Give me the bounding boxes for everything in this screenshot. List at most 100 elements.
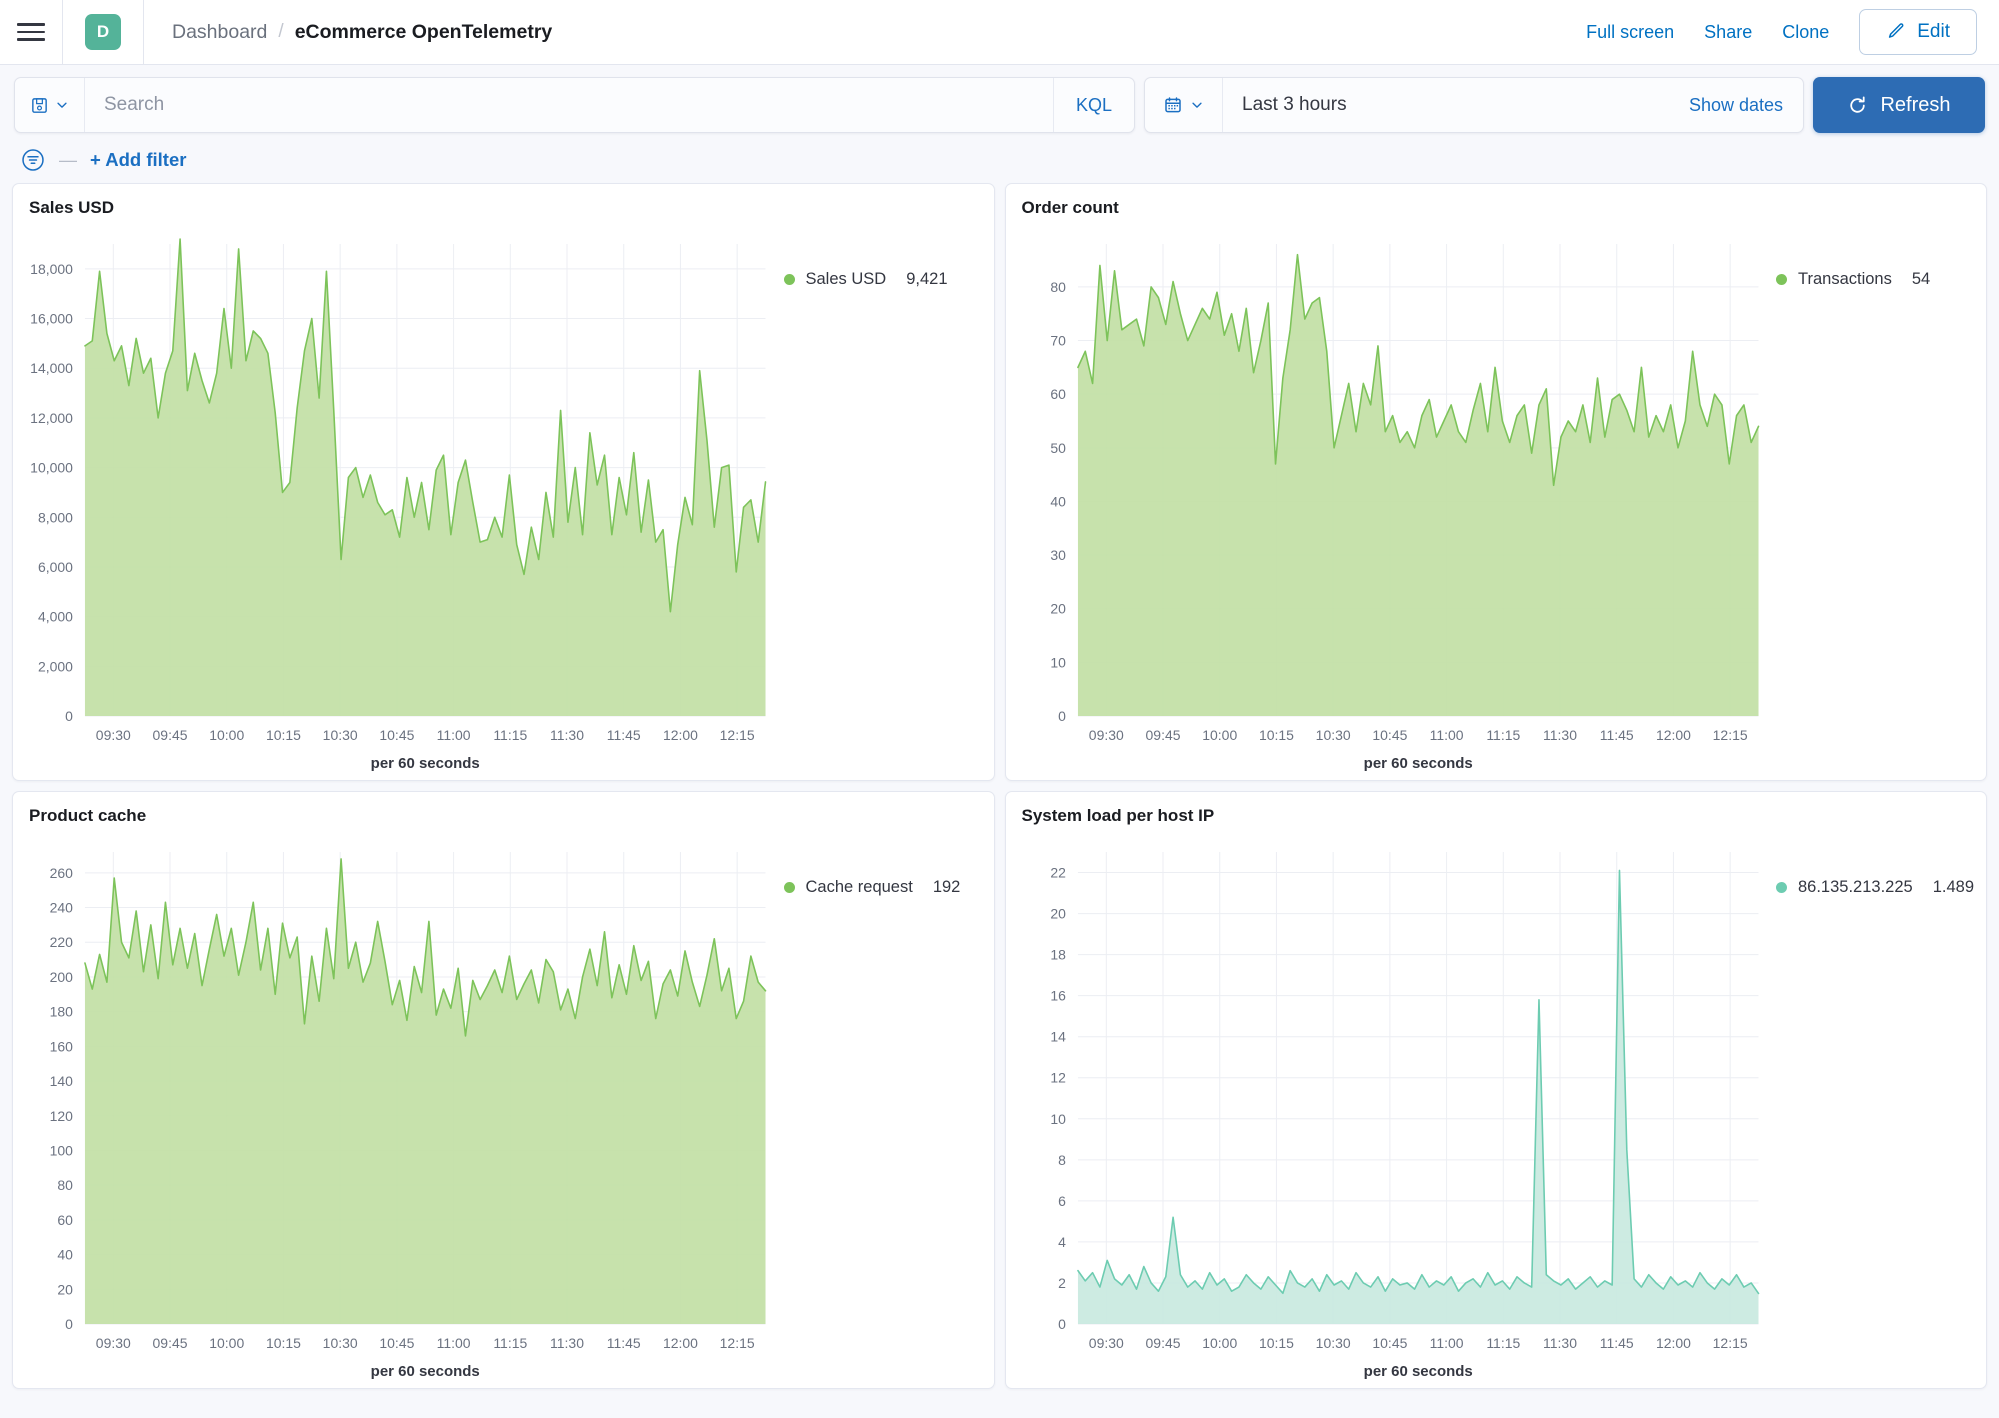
svg-text:16,000: 16,000 (30, 311, 73, 327)
legend-item[interactable]: Cache request 192 (783, 878, 961, 897)
svg-text:8,000: 8,000 (38, 509, 73, 525)
header-left-group: D Dashboard / eCommerce OpenTelemetry (0, 0, 553, 65)
chart-system-load[interactable]: 0 2 4 6 8 10 12 14 16 18 20 22 09:30 09:45 10:00 10:15 1… (1006, 826, 1777, 1388)
full-screen-button[interactable]: Full screen (1586, 22, 1674, 43)
legend-series-name: Sales USD (805, 270, 887, 288)
time-range-value[interactable]: Last 3 hours (1223, 78, 1669, 132)
svg-text:11:30: 11:30 (1543, 727, 1577, 743)
svg-text:6: 6 (1058, 1193, 1066, 1209)
svg-text:11:15: 11:15 (493, 1335, 527, 1351)
svg-text:10:00: 10:00 (209, 1335, 244, 1351)
query-bar: KQL Last 3 hours Show dates (0, 65, 1999, 133)
panel-title: Order count (1021, 198, 1119, 217)
svg-text:per 60 seconds: per 60 seconds (1363, 755, 1472, 772)
legend-item[interactable]: Transactions 54 (1776, 270, 1930, 289)
pencil-icon (1889, 23, 1904, 38)
svg-text:70: 70 (1050, 333, 1066, 349)
app-badge-wrapper[interactable]: D (63, 14, 143, 50)
breadcrumb-dashboard[interactable]: Dashboard (172, 21, 267, 44)
date-quick-select-button[interactable] (1145, 78, 1223, 132)
clone-button[interactable]: Clone (1782, 22, 1829, 43)
svg-text:11:45: 11:45 (1599, 727, 1633, 743)
chart-order-count[interactable]: 0 10 20 30 40 50 60 70 80 09:30 09:45 10:00 10:15 10:… (1006, 218, 1777, 780)
svg-text:12,000: 12,000 (30, 410, 73, 426)
svg-text:10:00: 10:00 (209, 727, 244, 743)
search-input[interactable] (85, 78, 1053, 132)
dashboard-grid: Sales USD 0 2,000 4,000 6,000 8,000 10,000 12,… (0, 183, 1999, 1401)
svg-text:40: 40 (57, 1247, 73, 1263)
panel-body: 0 20 40 60 80 100 120 140 160 180 200 220 240 260 09:3… (13, 826, 994, 1388)
svg-text:160: 160 (50, 1038, 74, 1054)
refresh-button[interactable]: Refresh (1813, 77, 1985, 133)
panel-body: 0 2 4 6 8 10 12 14 16 18 20 22 09:30 09:45 10:00 10:15 1… (1006, 826, 1987, 1388)
svg-text:10,000: 10,000 (30, 460, 73, 476)
svg-text:10:30: 10:30 (323, 1335, 358, 1351)
hamburger-menu-icon (17, 22, 45, 42)
edit-button[interactable]: Edit (1859, 9, 1977, 55)
svg-text:10:45: 10:45 (1372, 1335, 1407, 1351)
svg-text:09:45: 09:45 (153, 1335, 188, 1351)
svg-text:0: 0 (1058, 708, 1066, 724)
header-actions: Full screen Share Clone Edit (1586, 9, 1977, 55)
show-dates-button[interactable]: Show dates (1669, 78, 1803, 132)
filter-funnel-icon[interactable] (20, 147, 46, 173)
legend-item[interactable]: Sales USD 9,421 (783, 270, 948, 289)
svg-text:220: 220 (50, 934, 74, 950)
svg-text:180: 180 (50, 1004, 74, 1020)
svg-text:12:00: 12:00 (663, 1335, 698, 1351)
chart-product-cache[interactable]: 0 20 40 60 80 100 120 140 160 180 200 220 240 260 09:3… (13, 826, 784, 1388)
svg-text:50: 50 (1050, 440, 1066, 456)
refresh-icon (1850, 96, 1866, 113)
svg-text:10:45: 10:45 (379, 727, 414, 743)
legend-value: 192 (932, 878, 961, 896)
svg-text:12:00: 12:00 (1655, 1335, 1690, 1351)
svg-text:10:15: 10:15 (266, 727, 301, 743)
svg-text:10:30: 10:30 (1315, 727, 1350, 743)
svg-text:22: 22 (1050, 865, 1066, 881)
panel-title: System load per host IP (1021, 806, 1215, 825)
add-filter-button[interactable]: + Add filter (90, 149, 186, 171)
breadcrumb-separator: / (278, 21, 284, 42)
svg-text:09:45: 09:45 (153, 727, 188, 743)
svg-text:11:00: 11:00 (437, 727, 471, 743)
panel-product-cache: Product cache 0 20 40 60 80 100 120 140 160 180 20… (12, 791, 995, 1389)
svg-text:11:15: 11:15 (493, 727, 527, 743)
svg-text:11:00: 11:00 (1429, 1335, 1463, 1351)
edit-button-label: Edit (1917, 21, 1950, 42)
saved-query-button[interactable] (15, 78, 85, 132)
svg-text:10: 10 (1050, 654, 1066, 670)
svg-text:per 60 seconds: per 60 seconds (1363, 1363, 1472, 1380)
svg-text:6,000: 6,000 (38, 559, 73, 575)
svg-text:12: 12 (1050, 1070, 1066, 1086)
svg-text:11:00: 11:00 (1429, 727, 1463, 743)
svg-text:60: 60 (1050, 386, 1066, 402)
chart-legend: Transactions 54 (1776, 218, 1986, 780)
hamburger-menu-button[interactable] (0, 0, 62, 64)
chart-sales-usd[interactable]: 0 2,000 4,000 6,000 8,000 10,000 12,000 14,000 1… (13, 218, 784, 780)
svg-text:200: 200 (50, 969, 74, 985)
page-title: eCommerce OpenTelemetry (294, 20, 553, 43)
svg-text:20: 20 (1050, 601, 1066, 617)
query-language-button[interactable]: KQL (1052, 78, 1134, 132)
calendar-icon (1165, 97, 1181, 113)
svg-text:260: 260 (50, 865, 74, 881)
svg-text:09:30: 09:30 (1088, 1335, 1123, 1351)
share-button[interactable]: Share (1704, 22, 1752, 43)
svg-text:09:45: 09:45 (1145, 727, 1180, 743)
svg-text:120: 120 (50, 1108, 74, 1124)
legend-color-dot (1776, 274, 1787, 285)
svg-text:8: 8 (1058, 1152, 1066, 1168)
svg-text:2,000: 2,000 (38, 658, 73, 674)
svg-text:0: 0 (65, 708, 73, 724)
svg-text:10:15: 10:15 (1258, 727, 1293, 743)
svg-text:12:15: 12:15 (720, 1335, 755, 1351)
svg-text:16: 16 (1050, 988, 1066, 1004)
svg-text:20: 20 (1050, 906, 1066, 922)
legend-item[interactable]: 86.135.213.225 1.489 (1776, 878, 1974, 897)
svg-text:10:45: 10:45 (1372, 727, 1407, 743)
svg-text:100: 100 (50, 1142, 74, 1158)
svg-text:11:00: 11:00 (437, 1335, 471, 1351)
svg-text:11:15: 11:15 (1486, 1335, 1520, 1351)
svg-text:4,000: 4,000 (38, 609, 73, 625)
svg-text:12:15: 12:15 (1712, 1335, 1747, 1351)
